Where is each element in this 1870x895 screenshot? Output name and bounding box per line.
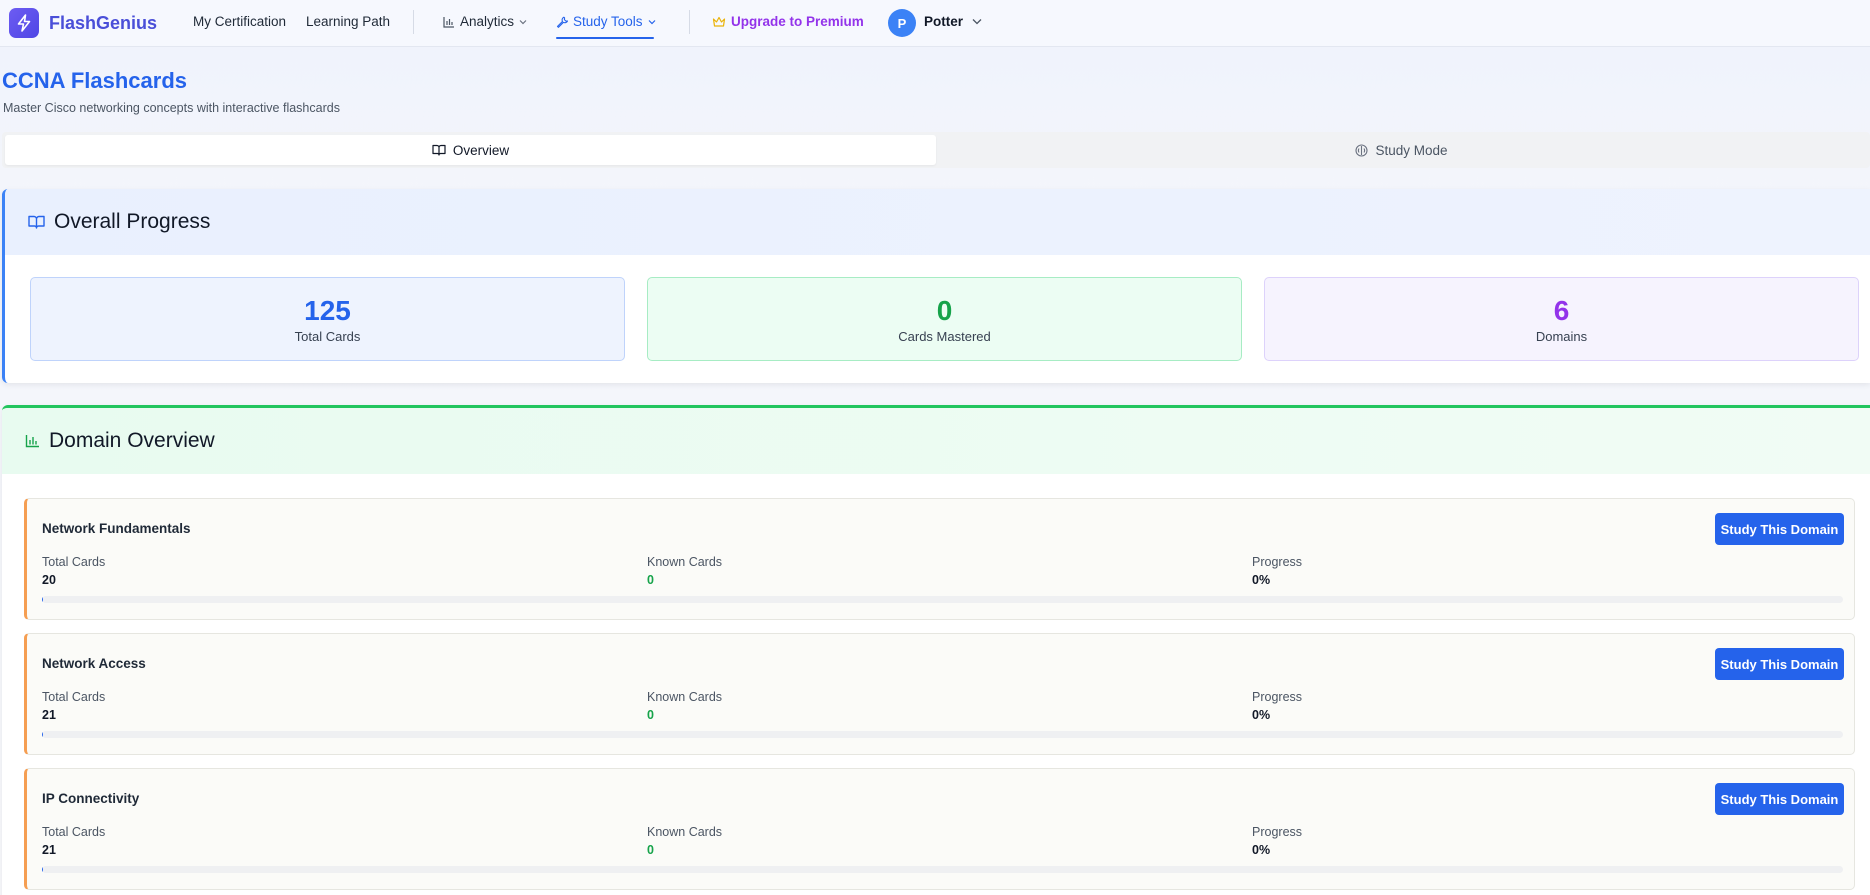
tab-study-mode[interactable]: Study Mode — [936, 135, 1867, 165]
domain-name: Network Fundamentals — [42, 521, 191, 536]
book-open-icon — [432, 144, 446, 156]
nav-analytics[interactable]: Analytics — [443, 14, 527, 29]
nav-divider — [689, 10, 690, 34]
nav-analytics-label: Analytics — [460, 14, 515, 29]
domain-known-label: Known Cards — [647, 825, 723, 839]
domain-progress-fill — [42, 866, 43, 873]
domain-progress-bar — [42, 596, 1843, 603]
stat-cards-mastered-value: 0 — [936, 294, 953, 326]
nav-my-certification[interactable]: My Certification — [193, 14, 286, 29]
domain-progress-label: Progress — [1252, 555, 1303, 569]
page-title: CCNA Flashcards — [2, 68, 188, 93]
overall-progress-title: Overall Progress — [54, 210, 211, 233]
tab-overview-label: Overview — [452, 142, 510, 158]
domain-known-value: 0 — [647, 843, 654, 857]
study-domain-button[interactable]: Study This Domain — [1715, 513, 1844, 545]
domain-progress-fill — [42, 731, 43, 738]
domain-total-cards: Total Cards 21 — [42, 825, 105, 857]
active-nav-indicator — [556, 37, 654, 39]
domain-progress-bar — [42, 731, 1843, 738]
domain-item: IP Connectivity Study This Domain Total … — [24, 768, 1855, 890]
brand[interactable]: FlashGenius — [9, 8, 157, 38]
tab-overview[interactable]: Overview — [5, 135, 936, 165]
overall-progress-header: Overall Progress — [5, 189, 1870, 255]
study-domain-button[interactable]: Study This Domain — [1715, 783, 1844, 815]
study-domain-button[interactable]: Study This Domain — [1715, 648, 1844, 680]
brain-icon — [1355, 143, 1369, 157]
domain-total-cards: Total Cards 21 — [42, 690, 105, 722]
domain-total-value: 21 — [42, 708, 56, 722]
nav-learning-path[interactable]: Learning Path — [306, 14, 390, 29]
bar-chart-icon — [25, 435, 39, 448]
overall-progress-card: Overall Progress 125 Total Cards 0 Cards… — [2, 189, 1870, 383]
stat-total-cards-value: 125 — [304, 294, 351, 326]
tab-study-mode-label: Study Mode — [1375, 142, 1448, 158]
stat-domains: 6 Domains — [1264, 277, 1859, 361]
brand-name: FlashGenius — [49, 12, 158, 33]
domain-known-cards: Known Cards 0 — [647, 690, 722, 722]
domain-known-label: Known Cards — [647, 690, 723, 704]
domain-known-cards: Known Cards 0 — [647, 825, 722, 857]
stat-cards-mastered-label: Cards Mastered — [898, 328, 991, 344]
domain-total-value: 21 — [42, 843, 56, 857]
stat-cards-mastered: 0 Cards Mastered — [647, 277, 1242, 361]
domain-progress-label: Progress — [1252, 825, 1303, 839]
nav-upgrade-label: Upgrade to Premium — [731, 14, 864, 29]
crown-icon — [712, 16, 726, 27]
domain-progress-value: 0% — [1252, 708, 1271, 722]
domain-name: Network Access — [42, 656, 146, 671]
domain-known-cards: Known Cards 0 — [647, 555, 722, 587]
domain-item: Network Fundamentals Study This Domain T… — [24, 498, 1855, 620]
domain-progress-bar — [42, 866, 1843, 873]
avatar[interactable]: P — [888, 9, 916, 37]
domain-total-cards: Total Cards 20 — [42, 555, 105, 587]
chevron-down-icon — [648, 19, 655, 24]
domain-progress: Progress 0% — [1252, 555, 1302, 587]
top-navigation: FlashGenius My Certification Learning Pa… — [0, 0, 1870, 47]
stat-total-cards: 125 Total Cards — [30, 277, 625, 361]
chevron-down-icon — [972, 19, 982, 25]
domain-known-label: Known Cards — [647, 555, 723, 569]
domain-total-label: Total Cards — [42, 825, 106, 839]
nav-study-tools[interactable]: Study Tools — [556, 14, 656, 29]
bar-chart-icon — [443, 16, 454, 28]
domain-total-label: Total Cards — [42, 690, 106, 704]
wrench-icon — [556, 16, 568, 28]
domain-progress-label: Progress — [1252, 690, 1303, 704]
domain-progress: Progress 0% — [1252, 690, 1302, 722]
view-tabs: Overview Study Mode — [2, 132, 1870, 168]
nav-study-tools-label: Study Tools — [573, 14, 643, 29]
nav-divider — [413, 10, 414, 34]
lightning-icon — [9, 8, 39, 38]
domain-name: IP Connectivity — [42, 791, 140, 806]
domain-progress-value: 0% — [1252, 843, 1271, 857]
domain-overview-card: Domain Overview Network Fundamentals Stu… — [2, 405, 1870, 895]
stat-domains-value: 6 — [1553, 294, 1570, 326]
stat-domains-label: Domains — [1535, 328, 1588, 344]
domain-known-value: 0 — [647, 708, 654, 722]
stat-total-cards-label: Total Cards — [294, 328, 361, 344]
user-menu[interactable]: Potter — [924, 14, 982, 29]
domain-overview-header: Domain Overview — [2, 408, 1870, 474]
nav-upgrade-premium[interactable]: Upgrade to Premium — [712, 14, 864, 29]
chevron-down-icon — [519, 19, 527, 24]
domain-overview-title: Domain Overview — [49, 429, 215, 452]
domain-total-label: Total Cards — [42, 555, 106, 569]
domain-total-value: 20 — [42, 573, 56, 587]
domain-item: Network Access Study This Domain Total C… — [24, 633, 1855, 755]
book-open-icon — [28, 215, 45, 229]
domain-progress-fill — [42, 596, 43, 603]
domain-progress: Progress 0% — [1252, 825, 1302, 857]
page-subtitle: Master Cisco networking concepts with in… — [3, 101, 340, 115]
user-name: Potter — [924, 14, 964, 29]
domain-progress-value: 0% — [1252, 573, 1271, 587]
domain-known-value: 0 — [647, 573, 654, 587]
